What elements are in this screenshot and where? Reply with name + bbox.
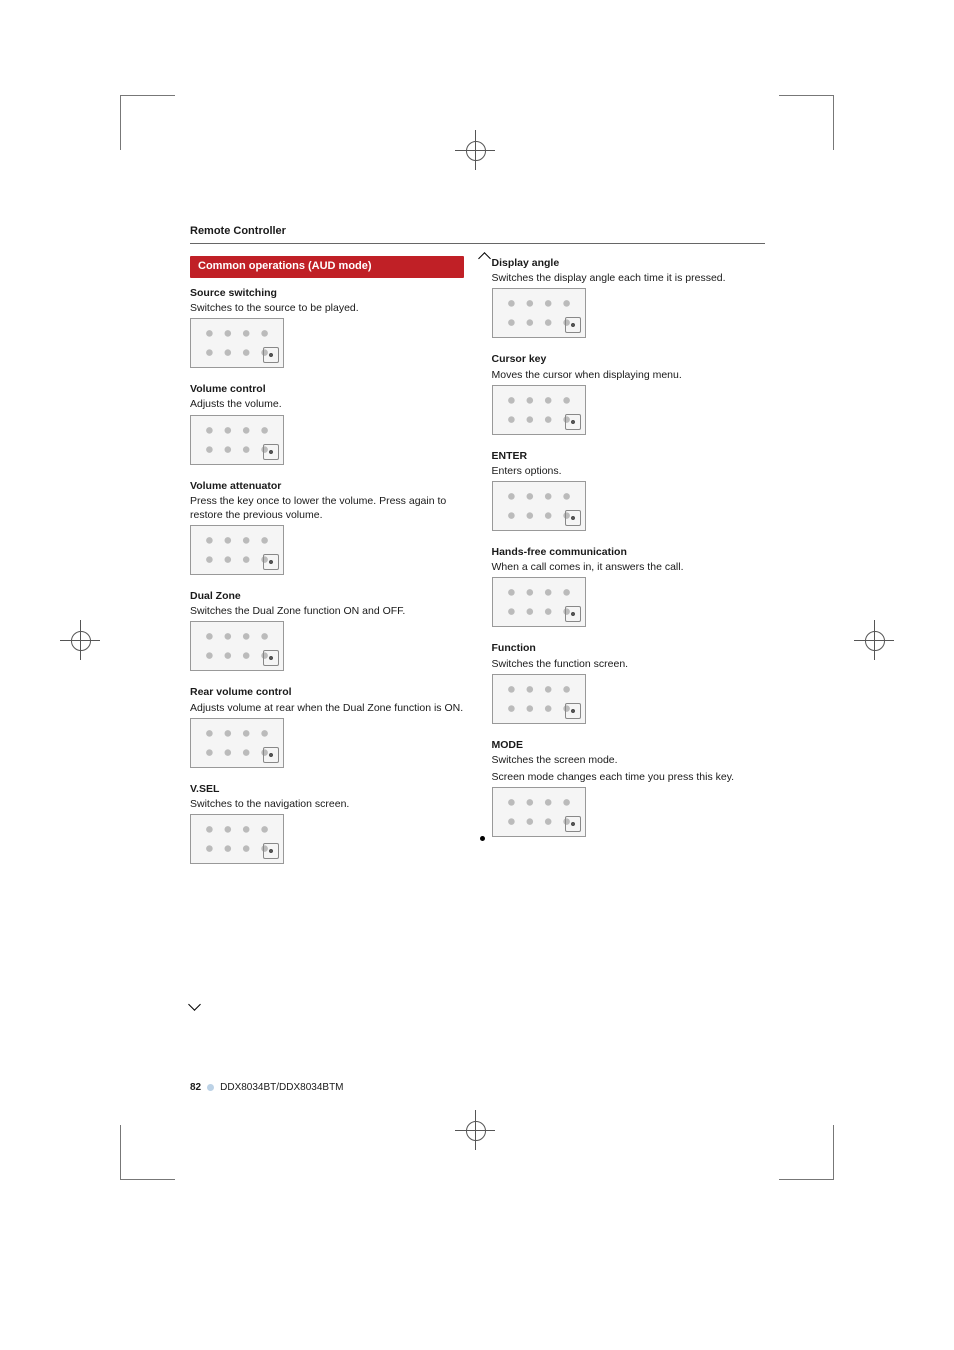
page-footer: 82 DDX8034BT/DDX8034BTM — [190, 1082, 344, 1093]
crop-mark — [120, 95, 190, 165]
continuation-arrow-icon — [188, 998, 201, 1011]
bullet-icon — [480, 836, 485, 841]
mode-heading: Common operations (AUD mode) — [190, 256, 464, 278]
section-vsel: V.SEL Switches to the navigation screen. — [190, 782, 464, 864]
section-dual-zone: Dual Zone Switches the Dual Zone functio… — [190, 589, 464, 671]
remote-diagram — [492, 577, 586, 627]
crop-mark — [764, 95, 834, 165]
continuation-arrow-icon — [478, 252, 491, 265]
section-body: Switches the function screen. — [492, 657, 766, 671]
remote-diagram — [190, 525, 284, 575]
section-title: V.SEL — [190, 782, 464, 796]
section-title: Function — [492, 641, 766, 655]
remote-diagram — [190, 814, 284, 864]
remote-diagram — [492, 288, 586, 338]
section-rear-volume-control: Rear volume control Adjusts volume at re… — [190, 685, 464, 767]
section-mode: MODE Switches the screen mode. Screen mo… — [492, 738, 766, 838]
section-title: Rear volume control — [190, 685, 464, 699]
section-title: ENTER — [492, 449, 766, 463]
section-title: Source switching — [190, 286, 464, 300]
section-function: Function Switches the function screen. — [492, 641, 766, 723]
remote-diagram — [492, 674, 586, 724]
section-display-angle: Display angle Switches the display angle… — [492, 256, 766, 338]
crop-mark — [764, 1110, 834, 1180]
registration-mark — [455, 1110, 495, 1150]
section-body: Press the key once to lower the volume. … — [190, 494, 464, 522]
section-body: Switches the display angle each time it … — [492, 271, 766, 285]
section-header: Remote Controller — [190, 225, 765, 237]
model-label: DDX8034BT/DDX8034BTM — [220, 1082, 343, 1093]
section-title: Volume control — [190, 382, 464, 396]
section-body: Screen mode changes each time you press … — [492, 770, 766, 784]
remote-diagram — [190, 718, 284, 768]
section-title: Dual Zone — [190, 589, 464, 603]
section-body: Adjusts volume at rear when the Dual Zon… — [190, 701, 464, 715]
remote-diagram — [190, 621, 284, 671]
section-body: When a call comes in, it answers the cal… — [492, 560, 766, 574]
section-volume-control: Volume control Adjusts the volume. — [190, 382, 464, 464]
section-title: Volume attenuator — [190, 479, 464, 493]
remote-diagram — [190, 318, 284, 368]
section-body: Enters options. — [492, 464, 766, 478]
remote-diagram — [190, 415, 284, 465]
section-body: Switches the Dual Zone function ON and O… — [190, 604, 464, 618]
right-column: Display angle Switches the display angle… — [492, 256, 766, 878]
section-body: Moves the cursor when displaying menu. — [492, 368, 766, 382]
section-body: Adjusts the volume. — [190, 397, 464, 411]
section-body: Switches to the source to be played. — [190, 301, 464, 315]
section-source-switching: Source switching Switches to the source … — [190, 286, 464, 368]
divider — [190, 243, 765, 244]
remote-diagram — [492, 787, 586, 837]
section-cursor-key: Cursor key Moves the cursor when display… — [492, 352, 766, 434]
crop-mark — [120, 1110, 190, 1180]
section-enter: ENTER Enters options. — [492, 449, 766, 531]
section-volume-attenuator: Volume attenuator Press the key once to … — [190, 479, 464, 576]
remote-diagram — [492, 481, 586, 531]
section-title: Hands-free communication — [492, 545, 766, 559]
section-body: Switches the screen mode. — [492, 753, 766, 767]
registration-mark — [854, 620, 894, 660]
registration-mark — [455, 130, 495, 170]
section-title: Display angle — [492, 256, 766, 270]
footer-dot-icon — [207, 1084, 214, 1091]
remote-diagram — [492, 385, 586, 435]
two-column-layout: Common operations (AUD mode) Source swit… — [190, 256, 765, 878]
section-hands-free: Hands-free communication When a call com… — [492, 545, 766, 627]
section-body: Switches to the navigation screen. — [190, 797, 464, 811]
section-title: Cursor key — [492, 352, 766, 366]
left-column: Common operations (AUD mode) Source swit… — [190, 256, 464, 878]
section-title: MODE — [492, 738, 766, 752]
page-number: 82 — [190, 1082, 201, 1093]
registration-mark — [60, 620, 100, 660]
page-content: Remote Controller Common operations (AUD… — [190, 225, 765, 878]
